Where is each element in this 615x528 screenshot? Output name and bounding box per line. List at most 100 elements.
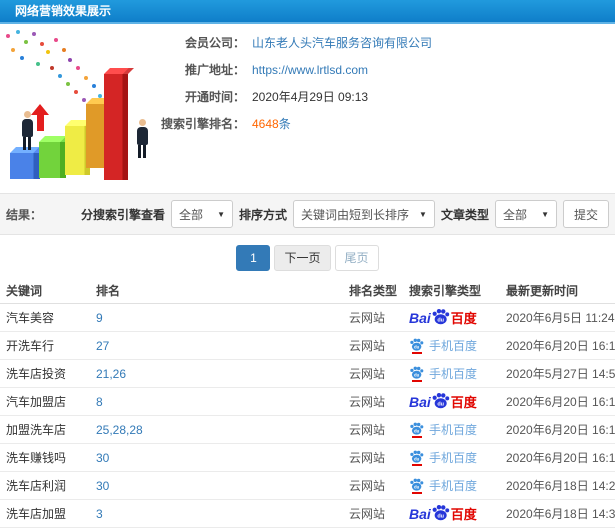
keyword-text: 开洗车行 (6, 339, 55, 353)
mobile-baidu-badge: du 手机百度 (409, 337, 477, 354)
article-type-select[interactable]: 全部 ▼ (494, 200, 557, 228)
engine-rank-label: 搜索引擎排名： (160, 117, 245, 131)
svg-text:du: du (414, 456, 420, 461)
businessman-figure-right (134, 119, 150, 158)
updated-time-text: 2020年6月18日 14:27 (506, 479, 615, 493)
keyword-text: 洗车赚钱吗 (6, 451, 67, 465)
illustration-bar-red (104, 74, 128, 180)
pagination: 1 下一页 尾页 (0, 245, 615, 271)
engine-filter-label: 分搜索引擎查看 (81, 207, 166, 222)
mobile-baidu-paw-icon: du (409, 366, 424, 382)
table-row: 洗车赚钱吗 30 云网站 du 手机百度 2020年6月20日 16:12 (0, 443, 615, 472)
member-company-label: 会员公司： (184, 36, 245, 50)
submit-button[interactable]: 提交 (562, 200, 609, 228)
rank-link[interactable]: 30 (96, 451, 109, 465)
engine-rank-unit-link[interactable]: 条 (279, 117, 291, 131)
baidu-logo-cn-text: 百度 (450, 395, 477, 410)
engine-rank-count: 4648 (252, 117, 279, 131)
table-row: 洗车店加盟 3 云网站 Bai du 百度 2020年6月18日 14:30 (0, 499, 615, 528)
last-page-button[interactable]: 尾页 (334, 245, 379, 271)
baidu-paw-icon: du (432, 392, 450, 409)
updated-time-text: 2020年6月20日 16:12 (506, 395, 615, 409)
open-time-value: 2020年4月29日 09:13 (252, 90, 369, 104)
next-page-button[interactable]: 下一页 (274, 245, 331, 271)
member-company-link[interactable]: 山东老人头汽车服务咨询有限公司 (252, 36, 432, 50)
article-type-label: 文章类型 (440, 207, 489, 222)
filter-bar: 结果： 分搜索引擎查看 全部 ▼ 排序方式 关键词由短到长排序 ▼ 文章类型 全… (0, 193, 615, 235)
mobile-baidu-paw-icon: du (409, 478, 424, 494)
col-header-rank: 排名 (90, 277, 343, 304)
table-row: 洗车店利润 30 云网站 du 手机百度 2020年6月18日 14:27 (0, 471, 615, 500)
table-row: 汽车美容 9 云网站 Bai du 百度 2020年6月5日 11:24 (0, 303, 615, 332)
svg-text:du: du (437, 317, 444, 323)
illustration-bar-green (39, 142, 66, 178)
page-title: 网络营销效果展示 (15, 4, 112, 18)
keyword-text: 汽车美容 (6, 311, 55, 325)
engine-select-value: 全部 (179, 207, 204, 222)
svg-text:du: du (414, 428, 420, 433)
rank-link[interactable]: 25,28,28 (96, 423, 143, 437)
keyword-text: 洗车店投资 (6, 367, 67, 381)
mobile-baidu-text: 手机百度 (429, 451, 478, 465)
mobile-baidu-badge: du 手机百度 (409, 421, 477, 438)
sort-select-value: 关键词由短到长排序 (301, 207, 410, 222)
mobile-baidu-text: 手机百度 (429, 479, 478, 493)
table-row: 洗车店投资 21,26 云网站 du 手机百度 2020年5月27日 14:58 (0, 359, 615, 388)
keyword-text: 洗车店利润 (6, 479, 67, 493)
baidu-logo-cn-text: 百度 (450, 311, 477, 326)
mobile-baidu-badge: du 手机百度 (409, 365, 477, 382)
engine-select[interactable]: 全部 ▼ (171, 200, 234, 228)
sort-label: 排序方式 (239, 207, 288, 222)
updated-time-text: 2020年6月20日 16:12 (506, 451, 615, 465)
member-info: 会员公司： 山东老人头汽车服务咨询有限公司 推广地址： https://www.… (155, 36, 615, 144)
growth-chart-illustration (0, 26, 164, 190)
rank-link[interactable]: 21,26 (96, 367, 126, 381)
keyword-text: 加盟洗车店 (6, 423, 67, 437)
table-row: 开洗车行 27 云网站 du 手机百度 2020年6月20日 16:16 (0, 331, 615, 360)
baidu-logo-cn-text: 百度 (450, 507, 477, 522)
mobile-baidu-paw-icon: du (409, 338, 424, 354)
confetti-dots (6, 34, 10, 38)
baidu-logo: Bai du 百度 (409, 504, 477, 523)
rank-type-text: 云网站 (349, 395, 386, 409)
chevron-down-icon: ▼ (217, 209, 226, 219)
svg-text:du: du (414, 372, 420, 377)
open-time-row: 开通时间： 2020年4月29日 09:13 (155, 90, 615, 104)
promo-url-label: 推广地址： (184, 63, 245, 77)
filter-controls: 分搜索引擎查看 全部 ▼ 排序方式 关键词由短到长排序 ▼ 文章类型 全部 ▼ … (81, 200, 609, 228)
illustration-bar-blue (10, 153, 40, 179)
table-header-row: 关键词 排名 排名类型 搜索引擎类型 最新更新时间 (0, 277, 615, 304)
chevron-down-icon: ▼ (419, 209, 427, 219)
result-label: 结果： (6, 207, 43, 222)
baidu-paw-icon: du (432, 504, 450, 521)
baidu-logo: Bai du 百度 (409, 392, 477, 411)
svg-text:du: du (414, 344, 420, 349)
rank-type-text: 云网站 (349, 311, 386, 325)
baidu-logo: Bai du 百度 (409, 308, 477, 327)
rank-type-text: 云网站 (349, 479, 386, 493)
rank-link[interactable]: 30 (96, 479, 109, 493)
table-row: 汽车加盟店 8 云网站 Bai du 百度 2020年6月20日 16:12 (0, 387, 615, 416)
promo-url-link[interactable]: https://www.lrtlsd.com (252, 63, 368, 77)
updated-time-text: 2020年5月27日 14:58 (506, 367, 615, 381)
mobile-baidu-paw-icon: du (409, 450, 424, 466)
svg-text:du: du (437, 513, 444, 519)
mobile-baidu-paw-icon: du (409, 422, 424, 438)
open-time-label: 开通时间： (184, 90, 245, 104)
sort-select[interactable]: 关键词由短到长排序 ▼ (293, 200, 435, 228)
rank-link[interactable]: 3 (96, 507, 103, 521)
rank-type-text: 云网站 (349, 451, 386, 465)
page-1-button[interactable]: 1 (236, 245, 271, 271)
col-header-rank-type: 排名类型 (343, 277, 403, 304)
rank-link[interactable]: 27 (96, 339, 109, 353)
keyword-text: 洗车店加盟 (6, 507, 67, 521)
rank-link[interactable]: 8 (96, 395, 103, 409)
rank-type-text: 云网站 (349, 423, 386, 437)
baidu-logo-bai-text: Bai (409, 309, 431, 326)
updated-time-text: 2020年6月20日 16:11 (506, 423, 615, 437)
member-company-row: 会员公司： 山东老人头汽车服务咨询有限公司 (155, 36, 615, 50)
rank-type-text: 云网站 (349, 339, 386, 353)
rank-link[interactable]: 9 (96, 311, 103, 325)
businessman-figure-left (19, 111, 35, 150)
mobile-baidu-text: 手机百度 (429, 367, 478, 381)
